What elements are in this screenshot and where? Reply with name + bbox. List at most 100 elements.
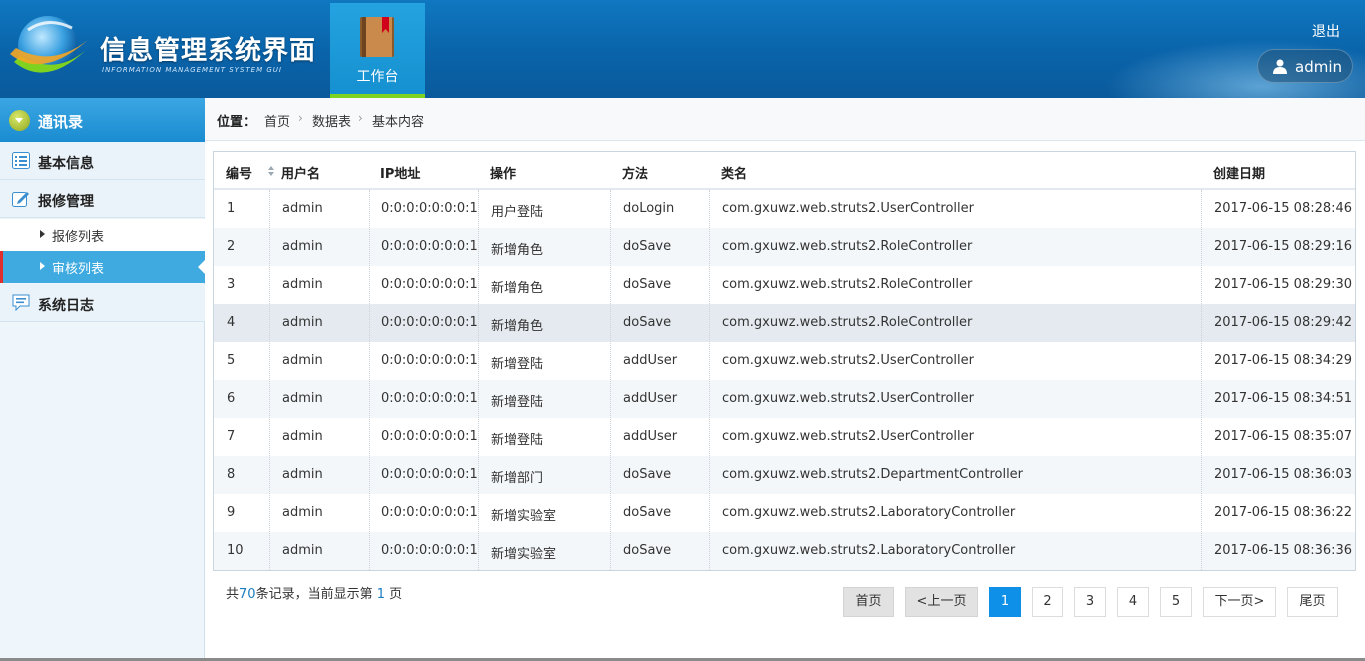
first-page-button[interactable]: 首页 [843,587,894,617]
last-page-button[interactable]: 尾页 [1287,587,1338,617]
cell-username: admin [282,391,323,406]
table-row[interactable]: 6 admin 0:0:0:0:0:0:0:1 新增登陆 addUser com.gxuw… [214,380,1355,418]
column-header-classname[interactable]: 类名 [721,163,747,182]
cell-classname: com.gxuwz.web.struts2.UserController [722,429,974,444]
table-row[interactable]: 1 admin 0:0:0:0:0:0:0:1 用户登陆 doLogin com.gxuw… [214,190,1355,228]
table-row[interactable]: 2 admin 0:0:0:0:0:0:0:1 新增角色 doSave com.gxuwz… [214,228,1355,266]
cell-classname: com.gxuwz.web.struts2.RoleController [722,315,973,330]
sidebar-item-repair[interactable]: 报修管理 [0,180,205,218]
table-row[interactable]: 9 admin 0:0:0:0:0:0:0:1 新增实验室 doSave com.gxuw… [214,494,1355,532]
list-icon [12,152,30,169]
chevron-right-icon: › [298,111,303,125]
cell-action: 新增角色 [491,243,544,258]
cell-ip: 0:0:0:0:0:0:0:1 [381,201,478,216]
cell-username: admin [282,505,323,520]
cell-username: admin [282,353,323,368]
sidebar-section-title: 通讯录 [38,113,84,131]
column-divider [610,190,611,570]
table-row[interactable]: 3 admin 0:0:0:0:0:0:0:1 新增角色 doSave com.gxuwz… [214,266,1355,304]
cell-created: 2017-06-15 08:29:30 [1214,277,1353,292]
column-divider [709,190,710,570]
cell-action: 新增实验室 [491,509,557,524]
cell-classname: com.gxuwz.web.struts2.RoleController [722,239,973,254]
sort-icon [268,166,274,176]
column-header-username[interactable]: 用户名 [281,163,320,182]
column-header-ip[interactable]: IP地址 [380,163,420,182]
cell-ip: 0:0:0:0:0:0:0:1 [381,505,478,520]
cell-method: doSave [623,277,672,292]
cell-ip: 0:0:0:0:0:0:0:1 [381,429,478,444]
page-button-4[interactable]: 4 [1117,587,1149,617]
cell-method: doSave [623,543,672,558]
sidebar-subitem-repair-list[interactable]: 报修列表 [0,219,205,251]
sidebar-section-header[interactable]: 通讯录 [0,98,205,142]
cell-id: 2 [227,239,236,254]
cell-id: 4 [227,315,236,330]
user-menu[interactable]: admin [1257,49,1353,83]
cell-classname: com.gxuwz.web.struts2.UserController [722,201,974,216]
record-total: 70 [239,587,256,602]
cell-ip: 0:0:0:0:0:0:0:1 [381,239,478,254]
cell-username: admin [282,277,323,292]
nav-workbench[interactable]: 工作台 [330,3,425,98]
logo: 信息管理系统界面 INFORMATION MANAGEMENT SYSTEM G… [0,0,330,98]
cell-id: 1 [227,201,236,216]
page-button-1[interactable]: 1 [989,587,1021,617]
logout-link[interactable]: 退出 [1312,21,1340,41]
breadcrumb-label: 位置： [217,115,257,130]
next-page-button[interactable]: 下一页> [1203,587,1276,617]
cell-method: doSave [623,467,672,482]
cell-id: 3 [227,277,236,292]
sidebar-item-basic-info[interactable]: 基本信息 [0,142,205,180]
table-row[interactable]: 10 admin 0:0:0:0:0:0:0:1 新增实验室 doSave com.gxu… [214,532,1355,570]
cell-created: 2017-06-15 08:29:42 [1214,315,1353,330]
record-summary-middle: 条记录，当前显示第 [255,587,373,602]
table-row[interactable]: 8 admin 0:0:0:0:0:0:0:1 新增部门 doSave com.gxuwz… [214,456,1355,494]
cell-username: admin [282,543,323,558]
cell-classname: com.gxuwz.web.struts2.UserController [722,353,974,368]
column-header-id[interactable]: 编号 [226,163,274,182]
breadcrumb-datatable[interactable]: 数据表 [312,111,351,130]
record-summary: 共70条记录，当前显示第 1 页 [226,583,402,602]
record-summary-suffix: 页 [389,587,403,602]
cell-ip: 0:0:0:0:0:0:0:1 [381,315,478,330]
column-header-action[interactable]: 操作 [490,163,516,182]
cell-action: 新增实验室 [491,547,557,562]
breadcrumb-home[interactable]: 首页 [264,111,290,130]
column-header-created[interactable]: 创建日期 [1213,163,1265,182]
column-divider [1201,190,1202,570]
table-row[interactable]: 5 admin 0:0:0:0:0:0:0:1 新增登陆 addUser com.gxuw… [214,342,1355,380]
cell-id: 8 [227,467,236,482]
cell-method: doSave [623,239,672,254]
cell-id: 6 [227,391,236,406]
cell-ip: 0:0:0:0:0:0:0:1 [381,391,478,406]
prev-page-button[interactable]: <上一页 [905,587,978,617]
sidebar-subitem-label: 报修列表 [52,230,105,245]
cell-ip: 0:0:0:0:0:0:0:1 [381,353,478,368]
page-button-5[interactable]: 5 [1160,587,1192,617]
book-icon [360,17,394,57]
cell-ip: 0:0:0:0:0:0:0:1 [381,467,478,482]
cell-created: 2017-06-15 08:34:29 [1214,353,1353,368]
cell-created: 2017-06-15 08:36:36 [1214,543,1353,558]
globe-logo-icon [10,16,88,76]
sidebar-item-label: 报修管理 [38,194,94,210]
app-subtitle: INFORMATION MANAGEMENT SYSTEM GUI [102,66,282,74]
column-header-method[interactable]: 方法 [622,163,648,182]
table-row[interactable]: 7 admin 0:0:0:0:0:0:0:1 新增登陆 addUser com.gxuw… [214,418,1355,456]
column-divider [269,190,270,570]
record-summary-prefix: 共 [226,587,240,602]
page-button-2[interactable]: 2 [1032,587,1063,617]
cell-classname: com.gxuwz.web.struts2.LaboratoryControll… [722,543,1016,558]
sidebar-item-system-log[interactable]: 系统日志 [0,284,205,322]
table-row[interactable]: 4 admin 0:0:0:0:0:0:0:1 新增角色 doSave com.gxuwz… [214,304,1355,342]
cell-id: 7 [227,429,236,444]
edit-icon [12,192,29,207]
sidebar-item-label: 系统日志 [38,298,94,314]
cell-username: admin [282,467,323,482]
sidebar-subitem-audit-list[interactable]: 审核列表 [0,251,205,283]
page-button-3[interactable]: 3 [1074,587,1106,617]
cell-created: 2017-06-15 08:34:51 [1214,391,1353,406]
column-divider [369,190,370,570]
column-divider [478,190,479,570]
